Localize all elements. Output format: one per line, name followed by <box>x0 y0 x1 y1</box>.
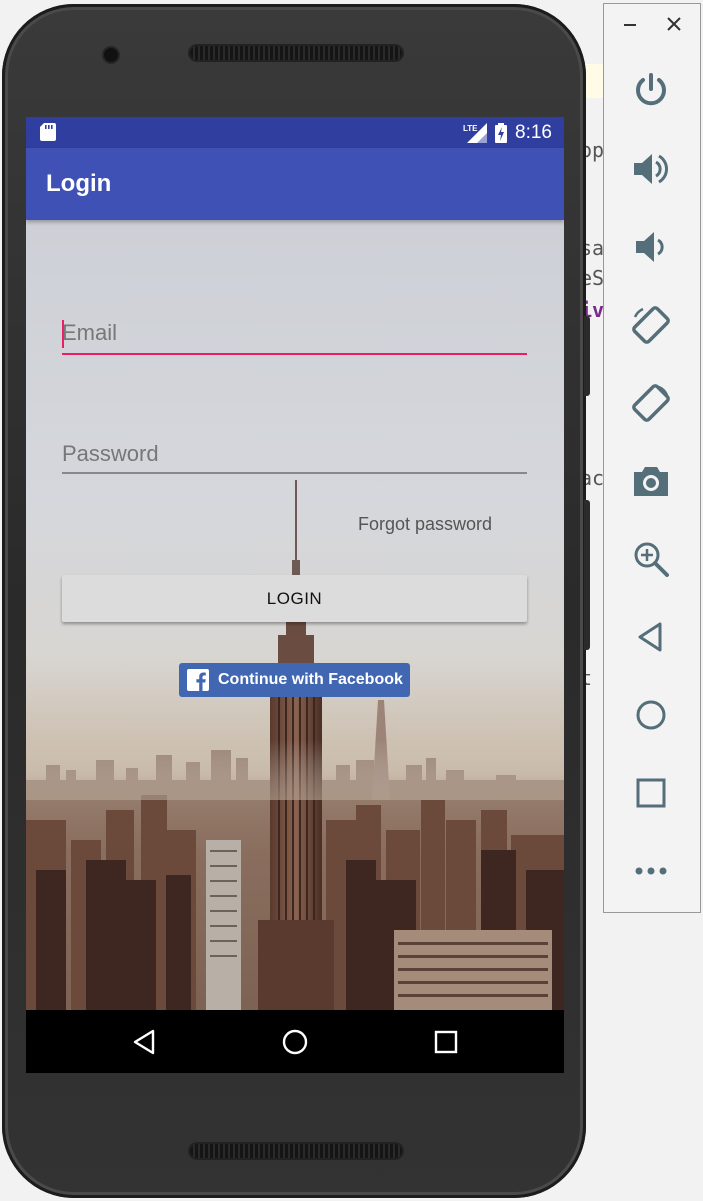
volume-up-icon[interactable] <box>630 148 672 190</box>
password-underline <box>62 472 527 474</box>
password-placeholder: Password <box>62 441 159 466</box>
ide-highlight <box>585 64 605 98</box>
login-content: Email Password Forgot password LOGIN Con… <box>26 220 564 1010</box>
app-bar: Login <box>26 148 564 220</box>
power-icon[interactable] <box>630 70 672 112</box>
email-underline <box>62 353 527 355</box>
android-nav-bar <box>26 1010 564 1073</box>
facebook-login-button[interactable]: Continue with Facebook <box>179 663 410 697</box>
back-icon[interactable] <box>630 616 672 658</box>
back-icon[interactable] <box>130 1027 160 1057</box>
home-icon[interactable] <box>630 694 672 736</box>
facebook-button-label: Continue with Facebook <box>218 671 403 688</box>
status-bar: LTE 8:16 <box>26 117 564 148</box>
facebook-icon <box>187 669 209 691</box>
power-side-button <box>584 316 590 396</box>
overview-icon[interactable] <box>630 772 672 814</box>
email-field[interactable]: Email <box>62 310 527 360</box>
phone-screen: LTE 8:16 Login Email Password Forgot pas… <box>26 117 564 1073</box>
clock: 8:16 <box>515 122 552 143</box>
more-icon[interactable] <box>630 850 672 892</box>
battery-charging-icon <box>495 123 508 143</box>
volume-down-icon[interactable] <box>630 226 672 268</box>
home-icon[interactable] <box>280 1027 310 1057</box>
signal-icon: LTE <box>463 123 488 143</box>
email-placeholder: Email <box>62 320 118 345</box>
minimize-icon[interactable] <box>620 14 640 34</box>
close-icon[interactable] <box>664 14 684 34</box>
rotate-right-icon[interactable] <box>630 382 672 424</box>
top-speaker <box>190 46 402 60</box>
volume-side-button <box>584 500 590 650</box>
emulator-toolbar <box>603 3 701 913</box>
login-button[interactable]: LOGIN <box>62 575 527 622</box>
front-camera <box>104 48 118 62</box>
recents-icon[interactable] <box>431 1027 461 1057</box>
forgot-password-link[interactable]: Forgot password <box>358 514 492 535</box>
bottom-speaker <box>190 1144 402 1158</box>
network-type-label: LTE <box>463 124 478 133</box>
page-title: Login <box>46 170 112 197</box>
zoom-icon[interactable] <box>630 538 672 580</box>
rotate-left-icon[interactable] <box>630 304 672 346</box>
password-field[interactable]: Password <box>62 430 527 480</box>
camera-icon[interactable] <box>630 460 672 502</box>
sd-card-icon <box>40 123 56 141</box>
